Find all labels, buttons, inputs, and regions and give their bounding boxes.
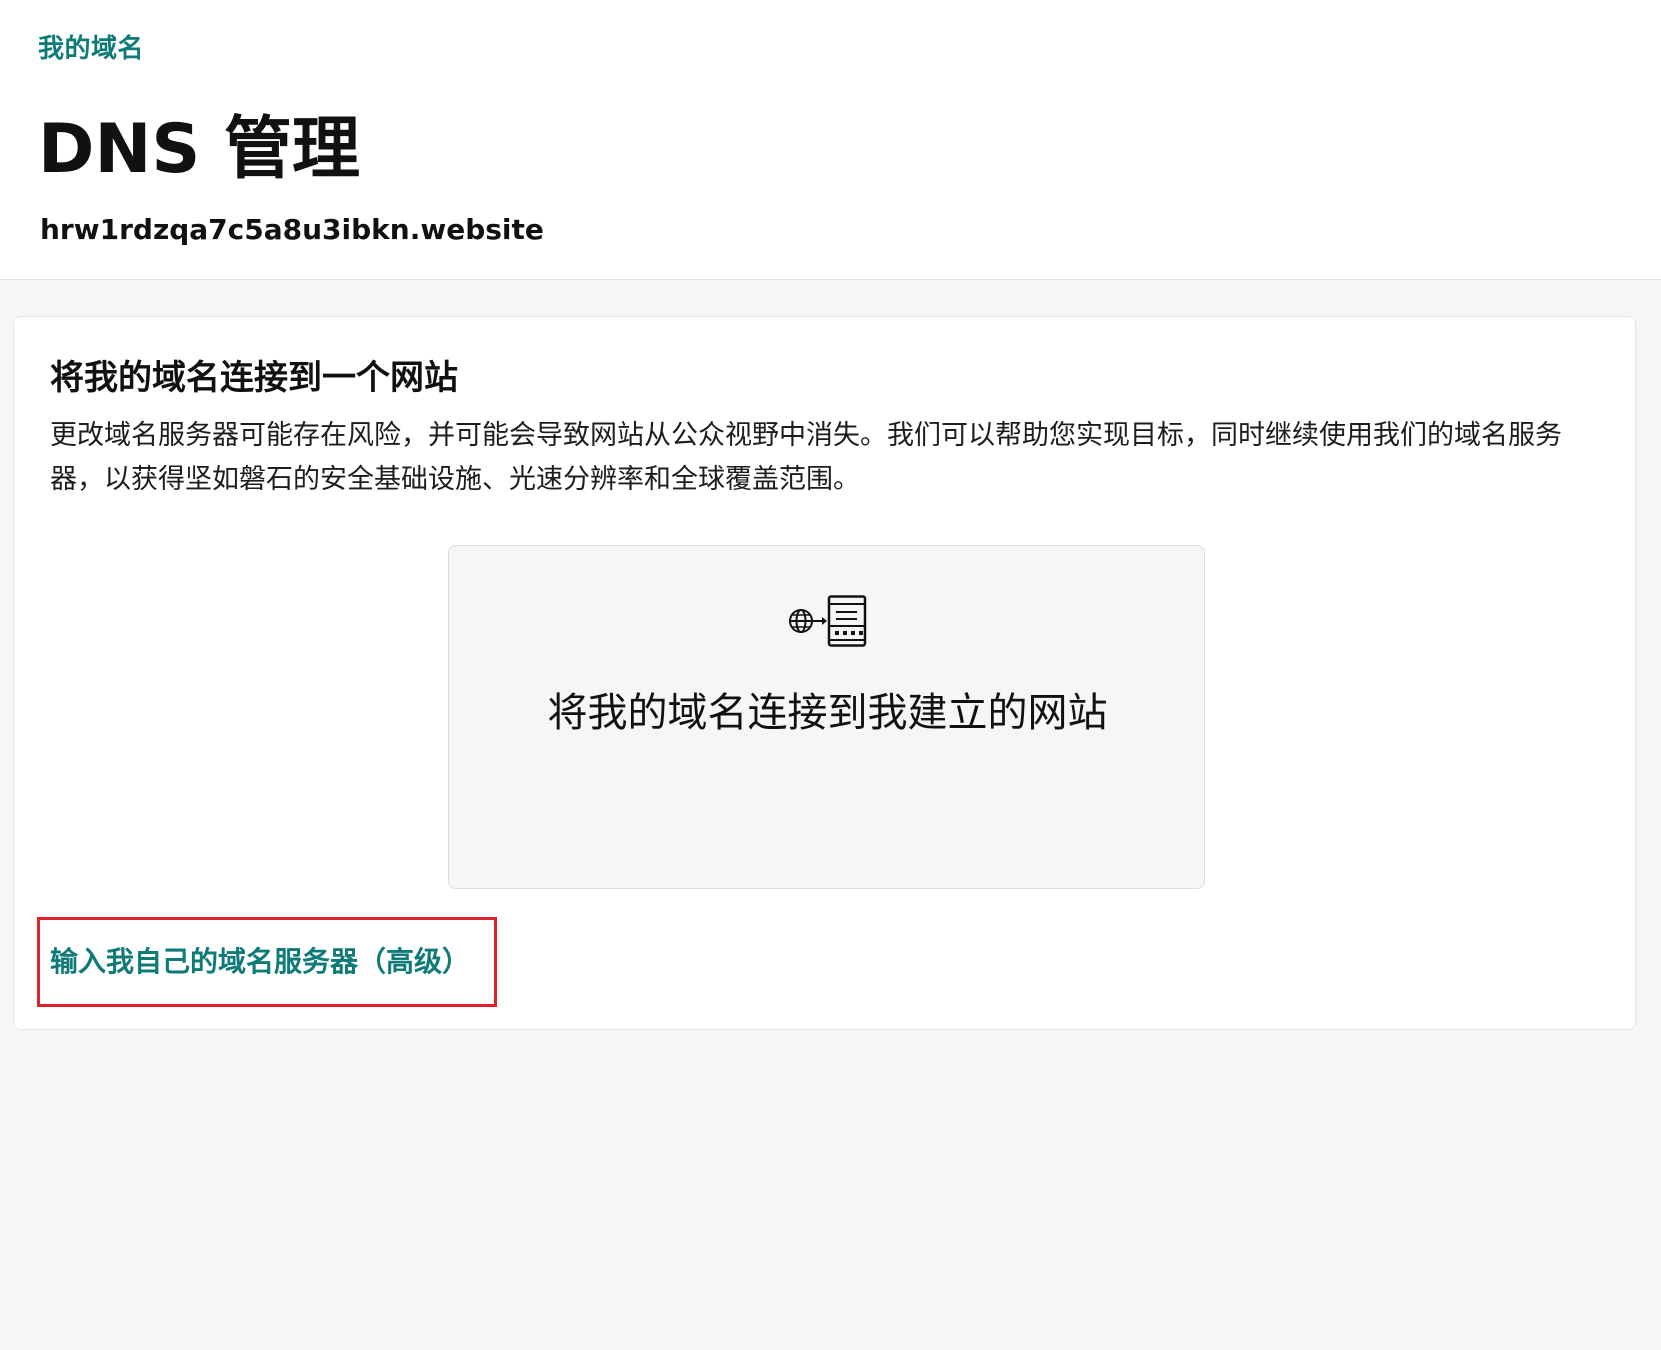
connect-built-website-label: 将我的域名连接到我建立的网站 — [547, 690, 1108, 736]
my-domains-breadcrumb-link[interactable]: 我的域名 — [38, 28, 144, 65]
page-header: 我的域名 DNS 管理 hrw1rdzqa7c5a8u3ibkn.website — [0, 0, 1661, 280]
connect-built-website-option[interactable]: 将我的域名连接到我建立的网站 — [448, 545, 1205, 889]
section-title: 将我的域名连接到一个网站 — [50, 358, 458, 398]
advanced-nameserver-highlight-box: 输入我自己的域名服务器（高级） — [37, 917, 497, 1007]
globe-to-server-icon — [789, 595, 867, 647]
section-description: 更改域名服务器可能存在风险，并可能会导致网站从公众视野中消失。我们可以帮助您实现… — [50, 420, 1562, 495]
domain-name: hrw1rdzqa7c5a8u3ibkn.website — [40, 213, 544, 246]
connect-website-card: 将我的域名连接到一个网站 更改域名服务器可能存在风险，并可能会导致网站从公众视野… — [13, 316, 1636, 1030]
page-title: DNS 管理 — [38, 110, 361, 189]
enter-own-nameservers-link[interactable]: 输入我自己的域名服务器（高级） — [40, 944, 470, 980]
